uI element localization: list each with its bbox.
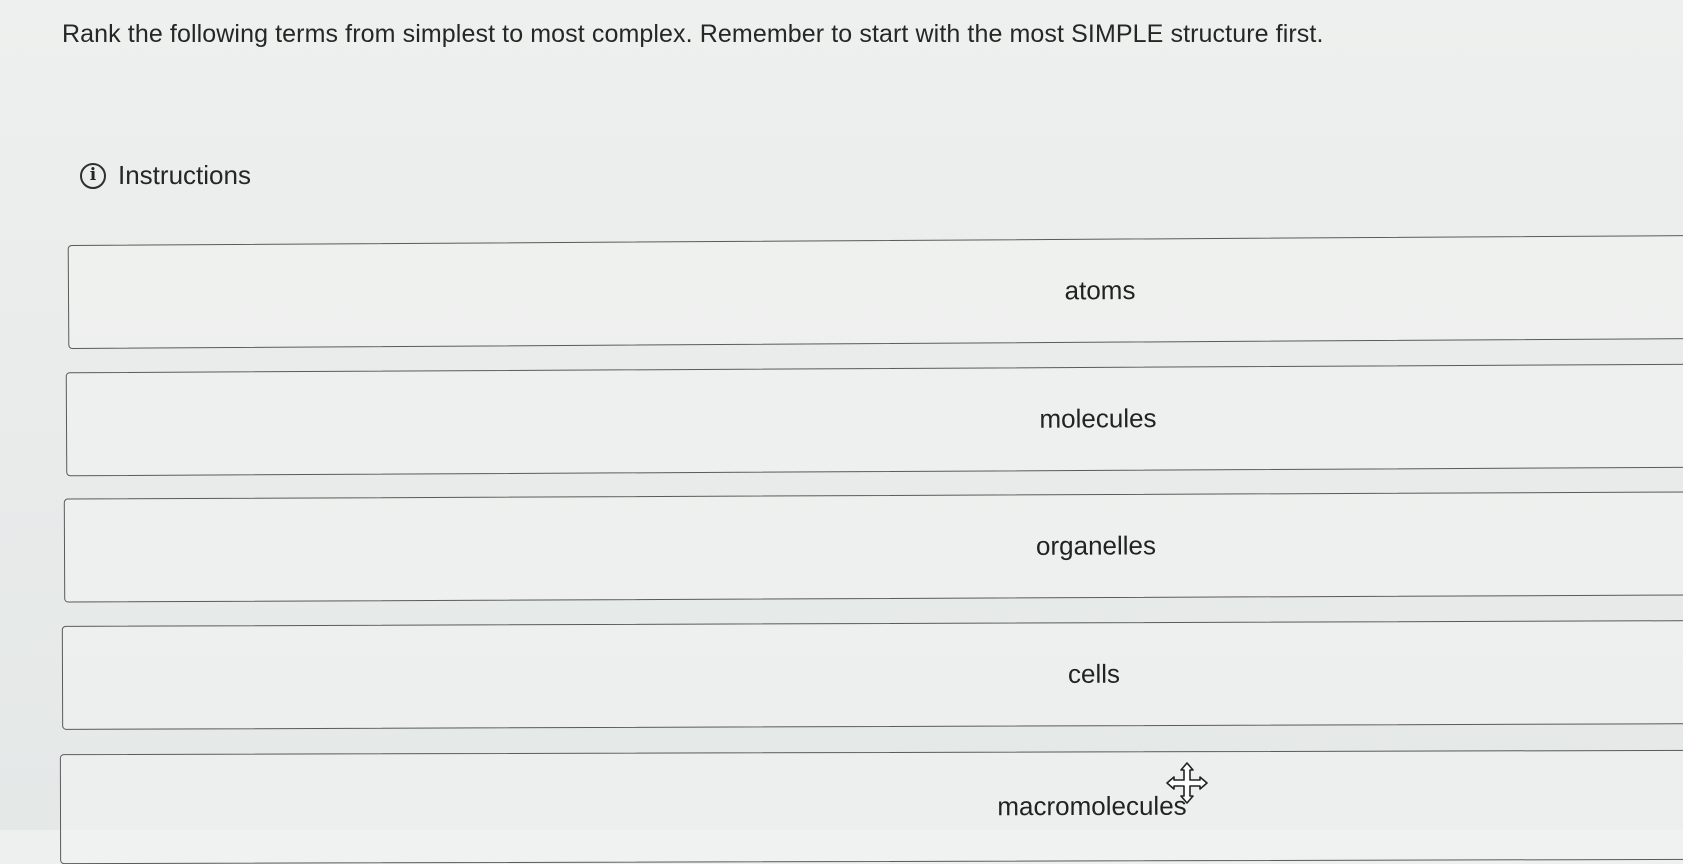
rank-item-label: molecules (1039, 403, 1157, 434)
rank-item-atoms[interactable]: atoms (67, 234, 1683, 350)
rank-item-organelles[interactable]: organelles (63, 491, 1683, 603)
ranking-question-page: Rank the following terms from simplest t… (0, 0, 1683, 864)
rank-item-cells[interactable]: cells (61, 620, 1683, 730)
ranking-list: atoms molecules organelles cells macromo… (0, 0, 1683, 864)
rank-item-label: cells (1067, 658, 1121, 689)
rank-item-molecules[interactable]: molecules (65, 363, 1683, 477)
rank-item-label: organelles (1035, 530, 1157, 561)
rank-item-label: atoms (1064, 274, 1136, 306)
rank-item-macromolecules[interactable]: macromolecules (59, 749, 1683, 864)
rank-item-label: macromolecules (997, 790, 1187, 822)
